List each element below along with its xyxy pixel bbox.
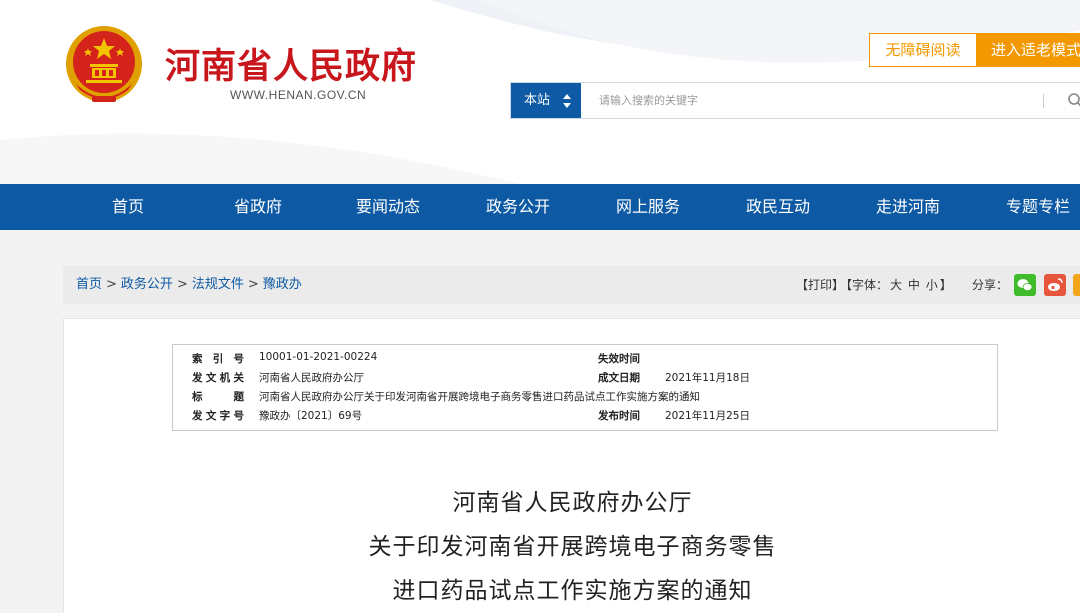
- search-input[interactable]: [599, 83, 1039, 118]
- share-more-button[interactable]: [1073, 274, 1080, 296]
- issuer-label: 发文机关: [192, 372, 244, 384]
- article-container: 索 引 号 10001-01-2021-00224 失效时间 发文机关 河南省人…: [63, 318, 1080, 613]
- updown-arrows-icon: [563, 94, 571, 108]
- search-scope-select[interactable]: 本站: [511, 83, 581, 118]
- breadcrumb-yuzhengban[interactable]: 豫政办: [263, 277, 302, 292]
- document-number-label: 发文字号: [192, 410, 244, 422]
- breadcrumb-regulations[interactable]: 法规文件: [192, 277, 244, 292]
- expiry-label: 失效时间: [598, 353, 640, 365]
- document-title-line: 河南省人民政府办公厅: [452, 490, 693, 516]
- share-wechat-button[interactable]: [1014, 274, 1036, 296]
- breadcrumb-home[interactable]: 首页: [76, 277, 102, 292]
- nav-item-government-affairs[interactable]: 政务公开: [468, 184, 568, 230]
- font-size-label: 【字体：: [846, 278, 889, 292]
- share-label: 分享：: [972, 278, 1009, 292]
- nav-item-news[interactable]: 要闻动态: [338, 184, 438, 230]
- document-metadata-table: 索 引 号 10001-01-2021-00224 失效时间 发文机关 河南省人…: [172, 344, 998, 431]
- main-nav: 首页 省政府 要闻动态 政务公开 网上服务 政民互动 走进河南 专题专栏: [0, 184, 1080, 230]
- nav-item-online-services[interactable]: 网上服务: [598, 184, 698, 230]
- elder-mode-button[interactable]: 进入适老模式: [977, 33, 1080, 67]
- issuer-value: 河南省人民政府办公厅: [259, 372, 364, 384]
- site-url: WWW.HENAN.GOV.CN: [230, 88, 367, 102]
- index-number-label: 索 引 号: [192, 353, 244, 365]
- site-header: 河南省人民政府 WWW.HENAN.GOV.CN 无障碍阅读 进入适老模式 本站: [0, 0, 1080, 184]
- nav-item-special-topics[interactable]: 专题专栏: [988, 184, 1080, 230]
- publish-date-label: 发布时间: [598, 410, 640, 422]
- breadcrumb-bar: 首页 > 政务公开 > 法规文件 > 豫政办 【打印】 【字体：大 中 小】 分享：: [63, 266, 1080, 304]
- title-label: 标 题: [192, 391, 244, 403]
- document-title-line: 关于印发河南省开展跨境电子商务零售: [368, 534, 777, 560]
- index-number-value: 10001-01-2021-00224: [259, 351, 378, 363]
- document-number-value: 豫政办〔2021〕69号: [259, 410, 363, 422]
- national-emblem-logo: [66, 26, 142, 102]
- written-date-label: 成文日期: [598, 372, 640, 384]
- breadcrumb-separator: >: [247, 277, 259, 292]
- metadata-row: 发文字号 豫政办〔2021〕69号 发布时间 2021年11月25日: [173, 408, 999, 426]
- search-scope-label: 本站: [524, 93, 551, 108]
- breadcrumb-separator: >: [176, 277, 188, 292]
- font-size-bracket: 】: [939, 278, 952, 292]
- weibo-icon: [1048, 278, 1063, 291]
- accessibility-reading-button[interactable]: 无障碍阅读: [869, 33, 977, 67]
- search-divider: [1043, 94, 1044, 108]
- search-icon[interactable]: [1067, 92, 1080, 108]
- nav-item-provincial-government[interactable]: 省政府: [208, 184, 308, 230]
- breadcrumb-separator: >: [106, 277, 117, 292]
- wechat-icon: [1017, 279, 1033, 291]
- font-medium-button[interactable]: 中: [908, 278, 920, 292]
- breadcrumb: 首页 > 政务公开 > 法规文件 > 豫政办: [76, 266, 302, 304]
- nav-item-about-henan[interactable]: 走进河南: [858, 184, 958, 230]
- share-weibo-button[interactable]: [1044, 274, 1066, 296]
- metadata-row: 发文机关 河南省人民政府办公厅 成文日期 2021年11月18日: [173, 370, 999, 388]
- written-date-value: 2021年11月18日: [665, 372, 750, 384]
- font-large-button[interactable]: 大: [890, 278, 902, 292]
- nav-item-interaction[interactable]: 政民互动: [728, 184, 828, 230]
- metadata-row: 标 题 河南省人民政府办公厅关于印发河南省开展跨境电子商务零售进口药品试点工作实…: [173, 389, 999, 407]
- nav-item-home[interactable]: 首页: [78, 184, 178, 230]
- search-bar: 本站: [510, 82, 1080, 119]
- metadata-row: 索 引 号 10001-01-2021-00224 失效时间: [173, 351, 999, 369]
- site-title[interactable]: 河南省人民政府: [165, 38, 417, 89]
- print-button[interactable]: 【打印】: [796, 278, 844, 292]
- breadcrumb-government-affairs[interactable]: 政务公开: [121, 277, 173, 292]
- font-small-button[interactable]: 小: [926, 278, 938, 292]
- publish-date-value: 2021年11月25日: [665, 410, 750, 422]
- title-value: 河南省人民政府办公厅关于印发河南省开展跨境电子商务零售进口药品试点工作实施方案的…: [259, 391, 700, 403]
- document-title-line: 进口药品试点工作实施方案的通知: [392, 578, 753, 604]
- page-tools: 【打印】 【字体：大 中 小】: [796, 266, 954, 304]
